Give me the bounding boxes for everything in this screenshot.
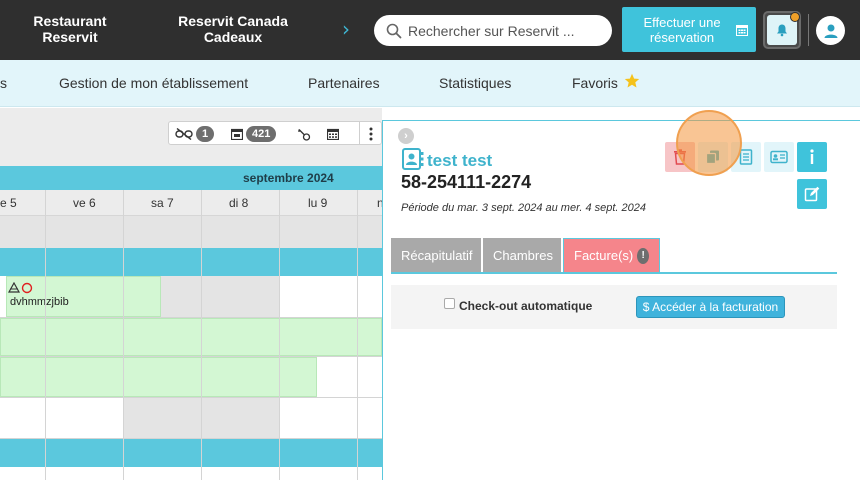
search-box[interactable] bbox=[374, 15, 612, 46]
day-header: di 8 bbox=[229, 196, 249, 210]
info-button[interactable] bbox=[797, 142, 827, 172]
star-icon bbox=[624, 73, 640, 88]
calendar-toolbar: 1 421 bbox=[0, 108, 382, 166]
link-off-icon bbox=[175, 127, 193, 140]
nav-item-partenaires[interactable]: Partenaires bbox=[308, 75, 380, 91]
tab-chambres[interactable]: Chambres bbox=[483, 238, 561, 272]
month-header: septembre 2024 bbox=[0, 166, 382, 190]
booking-block[interactable] bbox=[0, 357, 317, 397]
key-icon bbox=[298, 128, 311, 141]
bell-icon bbox=[777, 24, 787, 37]
planning-calendar: 1 421 septembre 2024 e 5 ve 6 sa 7 di 8 … bbox=[0, 108, 382, 480]
day-header: lu 9 bbox=[308, 196, 328, 210]
day-gridline bbox=[201, 190, 202, 480]
search-icon bbox=[386, 23, 402, 38]
id-card-icon bbox=[770, 150, 788, 164]
link-canada-line2: Cadeaux bbox=[203, 29, 263, 45]
calendar-grid-icon bbox=[327, 128, 339, 140]
nav-item-gestion[interactable]: Gestion de mon établissement bbox=[59, 75, 248, 91]
calendar-view-button[interactable] bbox=[327, 125, 339, 142]
booking-block[interactable] bbox=[0, 318, 382, 356]
notification-dot bbox=[790, 12, 800, 22]
contact-card-icon bbox=[402, 148, 424, 170]
scroll-right-icon[interactable]: › bbox=[342, 19, 350, 39]
user-icon bbox=[824, 24, 837, 38]
auto-checkout-checkbox[interactable] bbox=[444, 298, 455, 309]
reservation-number: 58-254111-2274 bbox=[401, 172, 532, 192]
user-avatar[interactable] bbox=[816, 16, 845, 45]
link-restaurant-line2: Reservit bbox=[42, 29, 98, 45]
room-category-band bbox=[0, 248, 382, 276]
nav-item-truncated[interactable]: s bbox=[0, 75, 7, 91]
nav-item-favoris[interactable]: Favoris bbox=[572, 75, 618, 91]
link-restaurant-line1: Restaurant bbox=[33, 13, 107, 29]
badge-count-1: 1 bbox=[196, 125, 215, 142]
main-nav: s Gestion de mon établissement Partenair… bbox=[0, 60, 860, 107]
tool-divider bbox=[359, 122, 360, 144]
key-button[interactable] bbox=[297, 125, 311, 142]
more-options-button[interactable] bbox=[369, 125, 373, 142]
warning-icon: ! bbox=[637, 247, 649, 264]
calendar-icon bbox=[736, 24, 748, 36]
link-canada-line1: Reservit Canada bbox=[178, 13, 288, 29]
make-reservation-label: Effectuer une réservation bbox=[643, 14, 721, 45]
room-category-band bbox=[0, 439, 382, 467]
link-reservit-canada-cadeaux[interactable]: Reservit Canada Cadeaux bbox=[172, 13, 294, 45]
link-restaurant-reservit[interactable]: Restaurant Reservit bbox=[30, 13, 110, 45]
id-card-button[interactable] bbox=[764, 142, 794, 172]
billing-button-label: $ Accéder à la facturation bbox=[642, 300, 779, 314]
stay-period: Période du mar. 3 sept. 2024 au mer. 4 s… bbox=[401, 202, 647, 214]
day-header: e 5 bbox=[0, 196, 17, 210]
month-label: septembre 2024 bbox=[243, 171, 334, 185]
tab-factures[interactable]: Facture(s) ! bbox=[563, 238, 660, 272]
billing-button[interactable]: $ Accéder à la facturation bbox=[636, 296, 785, 318]
collapse-panel-button[interactable]: › bbox=[398, 128, 414, 144]
edit-button[interactable] bbox=[797, 179, 827, 209]
search-input[interactable] bbox=[408, 22, 598, 39]
topbar-divider bbox=[808, 14, 809, 46]
tab-factures-label: Facture(s) bbox=[574, 248, 634, 263]
make-reservation-button[interactable]: Effectuer une réservation bbox=[622, 7, 756, 52]
day-gridline bbox=[123, 190, 124, 480]
calendar-count-button[interactable]: 421 bbox=[231, 125, 277, 142]
detail-tabs: Récapitulatif Chambres Facture(s) ! bbox=[391, 238, 837, 274]
day-gridline bbox=[357, 190, 358, 480]
day-gridline bbox=[45, 190, 46, 480]
document-icon bbox=[739, 149, 753, 165]
calendar-tools: 1 421 bbox=[168, 121, 382, 145]
day-header: ve 6 bbox=[73, 196, 96, 210]
badge-count-421: 421 bbox=[246, 125, 277, 142]
nav-item-statistiques[interactable]: Statistiques bbox=[439, 75, 511, 91]
booking-label[interactable]: dvhmmzjbib bbox=[10, 296, 69, 308]
day-header: sa 7 bbox=[151, 196, 174, 210]
more-vertical-icon bbox=[369, 127, 373, 140]
unavailable-cell bbox=[161, 276, 279, 317]
calendar-grey-row bbox=[0, 216, 382, 248]
client-name[interactable]: test test bbox=[427, 151, 492, 171]
top-bar: Restaurant Reservit Reservit Canada Cade… bbox=[0, 0, 860, 60]
tab-recapitulatif[interactable]: Récapitulatif bbox=[391, 238, 481, 272]
edit-icon bbox=[804, 186, 820, 202]
days-header: e 5 ve 6 sa 7 di 8 lu 9 n bbox=[0, 190, 382, 216]
booking-status-icons bbox=[8, 282, 33, 294]
click-highlight bbox=[676, 110, 742, 176]
day-gridline bbox=[279, 190, 280, 480]
info-icon bbox=[810, 149, 814, 164]
hide-filter-button[interactable]: 1 bbox=[175, 125, 215, 142]
auto-checkout-label: Check-out automatique bbox=[459, 299, 593, 313]
calendar-icon bbox=[231, 128, 243, 140]
